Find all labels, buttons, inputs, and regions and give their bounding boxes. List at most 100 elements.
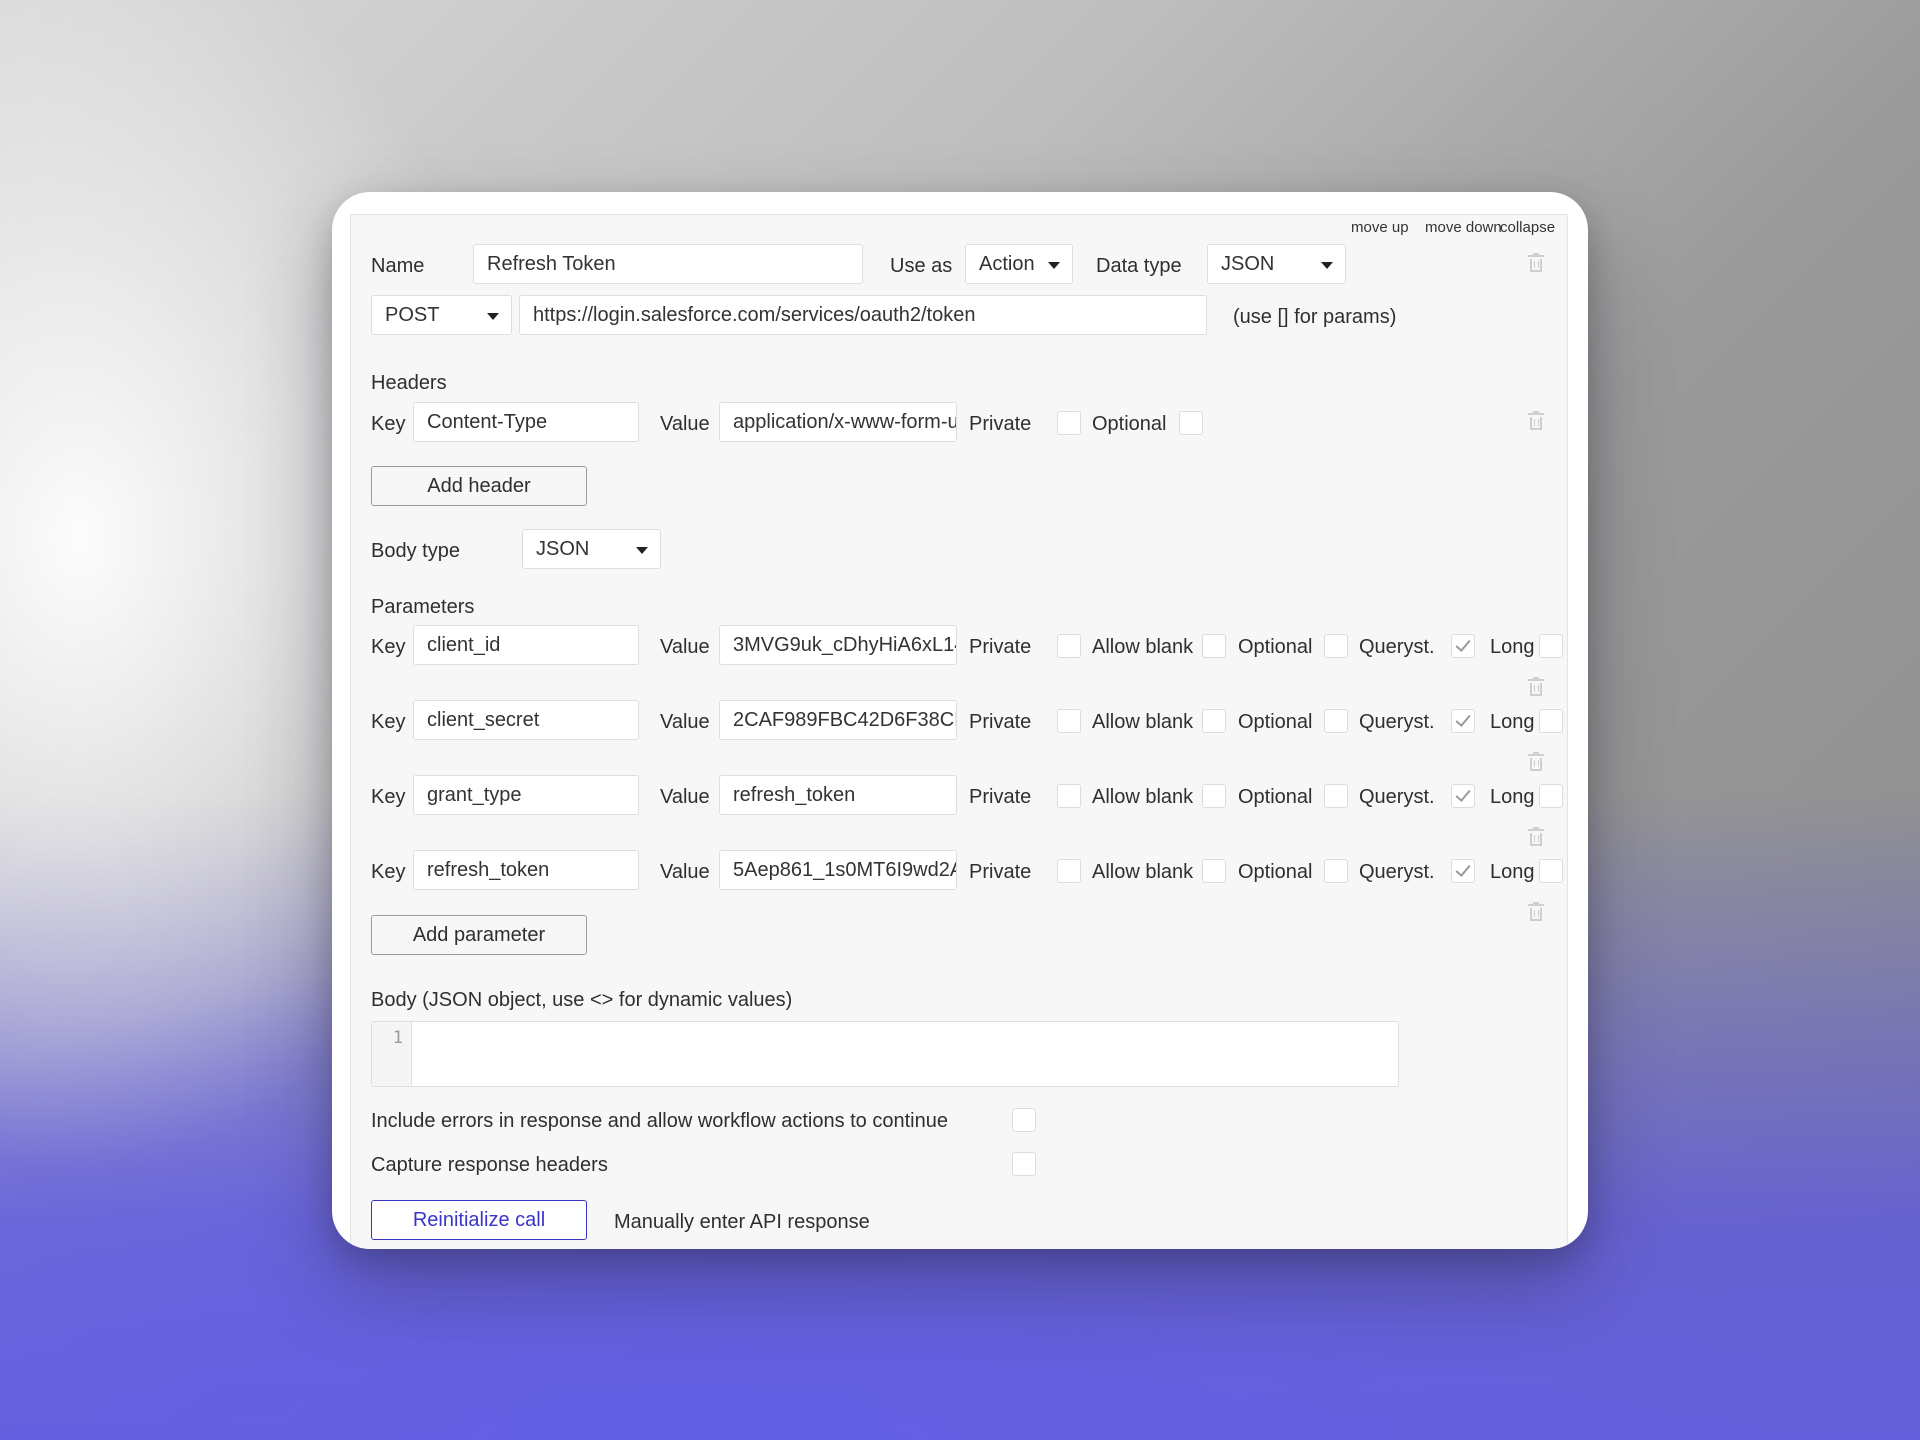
line-number: 1 — [372, 1022, 412, 1086]
header-private-checkbox[interactable] — [1057, 411, 1081, 435]
param-queryst-checkbox[interactable] — [1451, 859, 1475, 883]
param-optional-checkbox[interactable] — [1324, 859, 1348, 883]
param-optional-checkbox[interactable] — [1324, 784, 1348, 808]
manual-response-link[interactable]: Manually enter API response — [614, 1211, 870, 1234]
move-up-button[interactable]: move up — [1351, 219, 1409, 236]
param-allow-blank-label: Allow blank — [1092, 786, 1194, 808]
data-type-select[interactable]: JSON — [1207, 244, 1346, 284]
param-key-input[interactable]: grant_type — [413, 775, 639, 815]
body-type-value: JSON — [536, 538, 590, 560]
param-allow-blank-checkbox[interactable] — [1202, 634, 1226, 658]
param-optional-checkbox[interactable] — [1324, 634, 1348, 658]
param-key-input[interactable]: refresh_token — [413, 850, 639, 890]
body-type-label: Body type — [371, 540, 460, 562]
param-value-label: Value — [660, 861, 710, 883]
param-long-checkbox[interactable] — [1539, 859, 1563, 883]
param-allow-blank-label: Allow blank — [1092, 711, 1194, 733]
param-long-label: Long — [1490, 861, 1535, 883]
add-parameter-button[interactable]: Add parameter — [371, 915, 587, 955]
param-key-label: Key — [371, 711, 406, 733]
api-call-card: move up move down collapse Name Refresh … — [332, 192, 1588, 1249]
data-type-label: Data type — [1096, 255, 1182, 277]
url-hint: (use [] for params) — [1233, 306, 1397, 328]
capture-headers-checkbox[interactable] — [1012, 1152, 1036, 1176]
header-private-label: Private — [969, 413, 1032, 435]
header-key-label: Key — [371, 413, 406, 435]
trash-icon[interactable] — [1528, 677, 1544, 696]
param-long-checkbox[interactable] — [1539, 784, 1563, 808]
body-label: Body (JSON object, use <> for dynamic va… — [371, 989, 793, 1011]
collapse-button[interactable]: collapse — [1500, 219, 1555, 236]
body-editor[interactable]: 1 — [371, 1021, 1399, 1087]
param-key-input[interactable]: client_secret — [413, 700, 639, 740]
add-header-button[interactable]: Add header — [371, 466, 587, 506]
move-down-button[interactable]: move down — [1425, 219, 1502, 236]
header-key-input[interactable]: Content-Type — [413, 402, 639, 442]
param-private-checkbox[interactable] — [1057, 784, 1081, 808]
trash-icon[interactable] — [1528, 902, 1544, 921]
header-value-input[interactable]: application/x-www-form-u — [719, 402, 957, 442]
include-errors-checkbox[interactable] — [1012, 1108, 1036, 1132]
header-value-label: Value — [660, 413, 710, 435]
chevron-down-icon — [1048, 262, 1060, 269]
param-private-label: Private — [969, 636, 1032, 658]
param-key-label: Key — [371, 636, 406, 658]
name-label: Name — [371, 255, 425, 277]
param-optional-label: Optional — [1238, 786, 1313, 808]
chevron-down-icon — [636, 547, 648, 554]
url-input[interactable]: https://login.salesforce.com/services/oa… — [519, 295, 1207, 335]
method-value: POST — [385, 304, 440, 326]
param-value-input[interactable]: 2CAF989FBC42D6F38CBF — [719, 700, 957, 740]
param-allow-blank-checkbox[interactable] — [1202, 709, 1226, 733]
parameters-title: Parameters — [371, 596, 475, 618]
param-queryst-label: Queryst. — [1359, 636, 1435, 658]
chevron-down-icon — [487, 313, 499, 320]
param-private-checkbox[interactable] — [1057, 709, 1081, 733]
param-long-checkbox[interactable] — [1539, 709, 1563, 733]
trash-icon[interactable] — [1528, 411, 1544, 430]
param-value-label: Value — [660, 786, 710, 808]
use-as-label: Use as — [890, 255, 953, 277]
param-queryst-checkbox[interactable] — [1451, 709, 1475, 733]
param-value-input[interactable]: 5Aep861_1s0MT6I9wd2Aa — [719, 850, 957, 890]
param-key-input[interactable]: client_id — [413, 625, 639, 665]
param-optional-label: Optional — [1238, 861, 1313, 883]
param-optional-checkbox[interactable] — [1324, 709, 1348, 733]
param-private-label: Private — [969, 786, 1032, 808]
trash-icon[interactable] — [1528, 827, 1544, 846]
param-key-label: Key — [371, 861, 406, 883]
param-value-label: Value — [660, 711, 710, 733]
trash-icon[interactable] — [1528, 752, 1544, 771]
header-optional-checkbox[interactable] — [1179, 411, 1203, 435]
param-key-label: Key — [371, 786, 406, 808]
param-private-checkbox[interactable] — [1057, 859, 1081, 883]
include-errors-label: Include errors in response and allow wor… — [371, 1110, 948, 1132]
param-long-checkbox[interactable] — [1539, 634, 1563, 658]
param-queryst-checkbox[interactable] — [1451, 784, 1475, 808]
param-queryst-label: Queryst. — [1359, 786, 1435, 808]
use-as-select[interactable]: Action — [965, 244, 1073, 284]
name-input[interactable]: Refresh Token — [473, 244, 863, 284]
param-long-label: Long — [1490, 636, 1535, 658]
param-value-input[interactable]: refresh_token — [719, 775, 957, 815]
api-call-panel: move up move down collapse Name Refresh … — [350, 214, 1568, 1249]
param-value-input[interactable]: 3MVG9uk_cDhyHiA6xL14 — [719, 625, 957, 665]
param-optional-label: Optional — [1238, 711, 1313, 733]
param-private-label: Private — [969, 861, 1032, 883]
headers-title: Headers — [371, 372, 447, 394]
chevron-down-icon — [1321, 262, 1333, 269]
method-select[interactable]: POST — [371, 295, 512, 335]
param-private-checkbox[interactable] — [1057, 634, 1081, 658]
trash-icon[interactable] — [1528, 253, 1544, 272]
param-allow-blank-label: Allow blank — [1092, 861, 1194, 883]
body-type-select[interactable]: JSON — [522, 529, 661, 569]
param-optional-label: Optional — [1238, 636, 1313, 658]
param-allow-blank-checkbox[interactable] — [1202, 859, 1226, 883]
param-allow-blank-checkbox[interactable] — [1202, 784, 1226, 808]
param-queryst-label: Queryst. — [1359, 711, 1435, 733]
param-queryst-checkbox[interactable] — [1451, 634, 1475, 658]
header-optional-label: Optional — [1092, 413, 1167, 435]
param-long-label: Long — [1490, 711, 1535, 733]
use-as-value: Action — [979, 253, 1035, 275]
reinitialize-call-button[interactable]: Reinitialize call — [371, 1200, 587, 1240]
